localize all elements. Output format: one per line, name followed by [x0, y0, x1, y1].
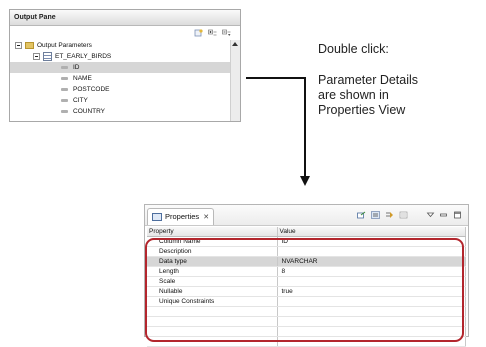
annotation-line: Properties View	[318, 103, 406, 117]
properties-icon	[152, 213, 162, 222]
restore-default-icon[interactable]	[399, 211, 408, 219]
close-icon[interactable]: ✕	[203, 214, 209, 221]
properties-view-header: Properties ✕	[145, 205, 468, 226]
annotation-line: are shown in	[318, 88, 389, 102]
pin-icon[interactable]	[357, 211, 366, 219]
annotation-line: Double click:	[318, 42, 389, 56]
minimize-icon[interactable]	[439, 211, 448, 219]
highlight-outline	[145, 238, 464, 342]
table-header-row: Property Value	[147, 227, 466, 237]
annotation-line: Parameter Details	[318, 73, 419, 87]
column-header-property[interactable]: Property	[147, 227, 278, 237]
categories-icon[interactable]	[371, 211, 380, 219]
tab-label: Properties	[165, 212, 200, 221]
annotation-text: Double click: Parameter Details are show…	[318, 42, 418, 118]
column-header-value[interactable]: Value	[277, 227, 466, 237]
advanced-properties-icon[interactable]	[385, 211, 394, 219]
tab-properties[interactable]: Properties ✕	[147, 208, 215, 225]
view-menu-icon[interactable]	[426, 211, 435, 219]
maximize-icon[interactable]	[453, 211, 462, 219]
